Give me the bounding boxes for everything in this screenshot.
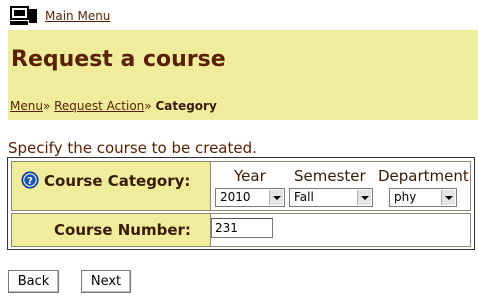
chevron-down-icon [269,190,283,205]
course-category-row: ? Course Category: Year Semester Departm… [11,161,471,211]
year-heading: Year [234,167,266,185]
course-number-label-cell: Course Number: [12,214,211,246]
form-instructions: Specify the course to be created. [8,139,257,157]
course-category-label: Course Category: [44,172,191,190]
breadcrumb-current: Category [155,99,217,113]
course-number-label: Course Number: [54,221,191,239]
department-select[interactable]: phy [389,188,457,207]
back-button[interactable]: Back [8,270,59,293]
course-form: ? Course Category: Year Semester Departm… [7,157,475,250]
page-title: Request a course [11,47,226,72]
semester-heading: Semester [294,167,366,185]
course-category-fields: Year Semester Department 2010 Fall phy [211,162,470,210]
semester-select[interactable]: Fall [289,188,373,207]
department-heading: Department [378,167,469,185]
department-select-value: phy [394,190,417,204]
help-icon[interactable]: ? [21,171,39,189]
breadcrumb-menu-link[interactable]: Menu [10,99,43,113]
breadcrumb-separator: » [42,99,51,113]
course-category-label-cell: ? Course Category: [12,162,211,210]
chevron-down-icon [357,190,371,205]
top-bar: Main Menu [0,0,478,30]
svg-text:?: ? [27,176,33,187]
breadcrumb: Menu» Request Action» Category [10,99,217,113]
course-number-input[interactable] [211,218,273,238]
breadcrumb-separator: » [144,99,152,113]
semester-select-value: Fall [294,190,314,204]
computer-icon[interactable] [10,6,38,26]
year-select-value: 2010 [220,190,251,204]
year-select[interactable]: 2010 [215,188,285,207]
main-menu-link[interactable]: Main Menu [45,9,110,23]
course-number-row: Course Number: [11,213,471,247]
page-header: Request a course Menu» Request Action» C… [8,30,478,120]
chevron-down-icon [441,190,455,205]
breadcrumb-request-action-link[interactable]: Request Action [54,99,144,113]
next-button[interactable]: Next [81,270,131,293]
